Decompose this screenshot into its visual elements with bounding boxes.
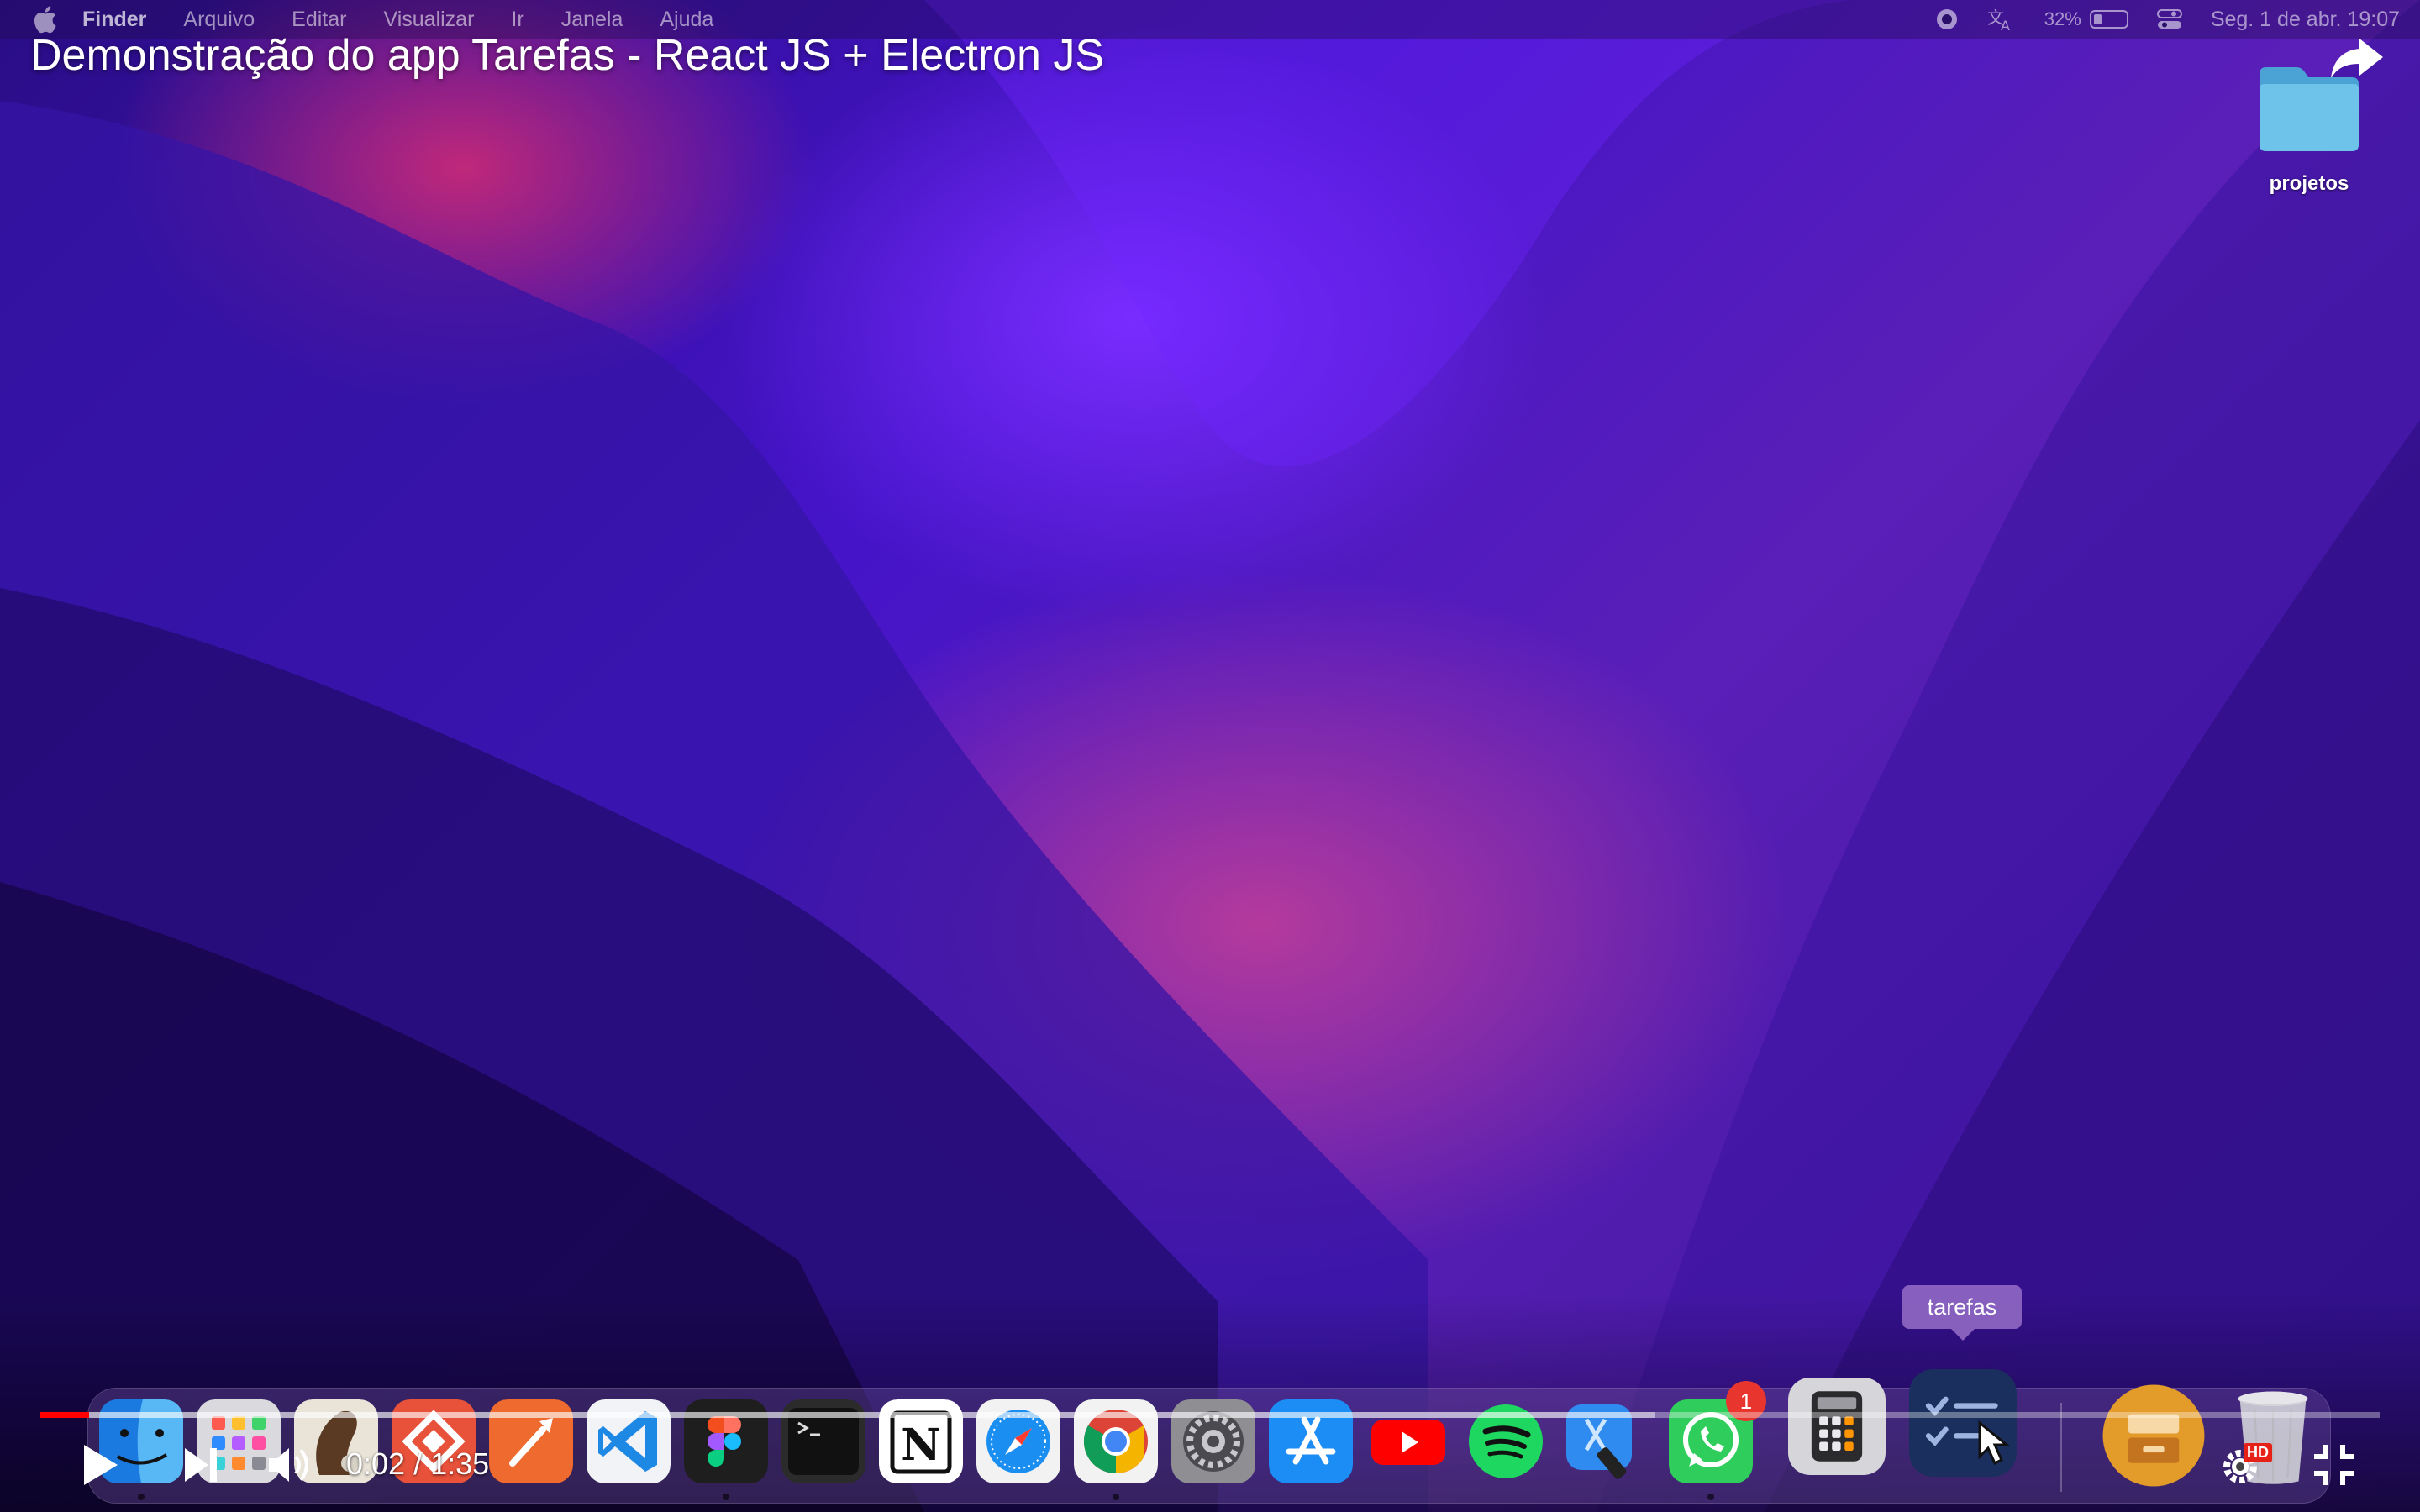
menu-janela[interactable]: Janela [561, 8, 623, 32]
video-played-bar [40, 1412, 90, 1418]
menu-arquivo[interactable]: Arquivo [183, 8, 255, 32]
running-indicator [1707, 1494, 1714, 1500]
video-title[interactable]: Demonstração do app Tarefas - React JS +… [30, 30, 1104, 81]
menu-editar[interactable]: Editar [292, 8, 346, 32]
calculator-icon [1788, 1378, 1886, 1475]
volume-icon[interactable] [267, 1445, 314, 1485]
menubar-clock[interactable]: Seg. 1 de abr. 19:07 [2211, 8, 2400, 32]
running-indicator [138, 1494, 145, 1500]
screen-record-icon[interactable] [1935, 8, 1959, 31]
svg-text:A: A [2001, 18, 2010, 32]
battery-icon [2089, 10, 2128, 29]
apple-logo-icon[interactable] [32, 5, 57, 34]
dock-app-archive-utility[interactable] [2101, 1383, 2207, 1488]
menu-visualizar[interactable]: Visualizar [383, 8, 474, 32]
translate-icon[interactable]: 文 A [1987, 7, 2016, 32]
desktop-folder-label: projetos [2269, 172, 2349, 195]
video-buffered-bar [40, 1412, 1655, 1418]
running-indicator [723, 1494, 729, 1500]
settings-button[interactable]: HD [2218, 1441, 2277, 1488]
notion-glyph: N [901, 1420, 941, 1471]
video-time-total: 1:35 [430, 1446, 490, 1481]
hd-badge: HD [2244, 1443, 2272, 1462]
wallpaper [0, 0, 2420, 1512]
menu-ajuda[interactable]: Ajuda [660, 8, 713, 32]
exit-fullscreen-icon[interactable] [2312, 1443, 2356, 1487]
control-center-icon[interactable] [2156, 8, 2182, 30]
battery-status[interactable]: 32% [2044, 8, 2128, 30]
menu-app-name[interactable]: Finder [82, 8, 146, 32]
running-indicator [1113, 1494, 1119, 1500]
play-icon[interactable] [81, 1443, 119, 1487]
dock-tooltip: tarefas [1902, 1285, 2022, 1341]
dock-app-calculator[interactable] [1788, 1378, 1886, 1475]
archive-utility-icon [2102, 1384, 2205, 1487]
battery-percent: 32% [2044, 8, 2081, 29]
next-video-icon[interactable] [183, 1446, 218, 1483]
folder-icon [2260, 67, 2359, 151]
menu-ir[interactable]: Ir [511, 8, 523, 32]
battery-level-fill [2093, 14, 2102, 24]
mouse-cursor-icon [1978, 1420, 2010, 1466]
desktop-folder-projetos[interactable]: projetos [2252, 62, 2366, 196]
video-time-current: 0:02 [346, 1446, 406, 1481]
video-time-separator: / [405, 1446, 431, 1481]
video-progress-bar[interactable] [40, 1412, 2380, 1418]
video-time-display: 0:02 / 1:35 [346, 1446, 489, 1482]
